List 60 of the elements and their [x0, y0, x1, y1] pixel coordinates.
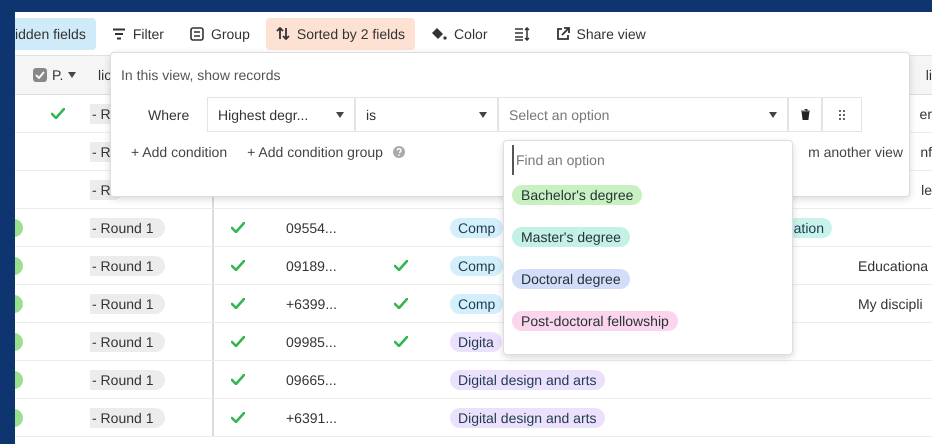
table-cell: 09189... [286, 258, 337, 274]
column-header: lic [98, 67, 112, 83]
operator-dropdown[interactable]: is [355, 97, 498, 132]
round-tag: - Round 1 [90, 294, 166, 314]
drag-icon [839, 110, 845, 120]
caret-icon [336, 112, 344, 118]
table-cell: er [920, 106, 932, 122]
caret-icon [68, 72, 76, 78]
round-tag: - Round 1 [90, 256, 166, 276]
table-cell: le [921, 182, 932, 198]
category-tag: Comp [450, 218, 504, 238]
table-cell: Educationa [858, 258, 928, 274]
table-cell: 09985... [286, 334, 337, 350]
category-tag: Comp [450, 294, 504, 314]
popover-title: In this view, show records [121, 67, 282, 83]
table-cell: nf [920, 144, 932, 160]
trash-icon [800, 109, 810, 120]
delete-button[interactable] [788, 97, 822, 132]
filter-icon [112, 28, 126, 40]
add-condition-button[interactable]: + Add condition [131, 144, 228, 160]
help-icon [392, 146, 405, 158]
hidden-button[interactable]: idden fields [15, 18, 96, 50]
option-tag[interactable]: Doctoral degree [512, 269, 630, 289]
filter-button[interactable]: Filter [102, 18, 174, 50]
category-tag: Digita [450, 332, 502, 352]
paint-bucket-icon [431, 26, 448, 40]
round-tag: - Round 1 [90, 332, 166, 352]
column-header: li [926, 67, 932, 83]
table-cell: 09554... [286, 220, 337, 236]
table-cell: +6391... [286, 410, 337, 426]
table-cell: 09665... [286, 372, 337, 388]
category-tag: Comp [450, 256, 504, 276]
group-button[interactable]: Group [180, 18, 260, 50]
add-condition-button[interactable]: + Add condition group [247, 144, 383, 160]
list-icon [190, 26, 204, 40]
sort-icon [276, 27, 290, 40]
category-tag: Digital design and arts [450, 370, 605, 390]
row-height-icon [514, 26, 530, 40]
sort-button[interactable]: Sorted by 2 fields [266, 18, 416, 50]
round-tag: - Round 1 [90, 408, 166, 428]
share-button[interactable]: Share view [546, 18, 656, 50]
table-cell: My discipli [858, 296, 923, 312]
drag-handle[interactable] [822, 97, 862, 132]
table-cell: +6399... [286, 296, 337, 312]
color-button[interactable]: Color [421, 18, 498, 50]
round-tag: - Round 1 [90, 370, 166, 390]
option-tag[interactable]: Master's degree [512, 227, 630, 247]
column-header: P. [52, 67, 64, 83]
caret-icon [769, 112, 777, 118]
share-icon [556, 26, 570, 40]
where-label: Where [147, 106, 190, 122]
option-tag[interactable]: Post-doctoral fellowship [512, 311, 678, 331]
round-tag: - Round 1 [90, 218, 166, 238]
copy-link[interactable]: m another view [808, 144, 903, 160]
option-tag[interactable]: Bachelor's degree [512, 185, 642, 205]
caret-icon [479, 112, 487, 118]
checkbox-icon [33, 68, 47, 82]
field-dropdown[interactable]: Highest degr... [207, 97, 355, 132]
value-dropdown[interactable]: Select an option [498, 97, 788, 132]
category-tag: Digital design and arts [450, 408, 605, 428]
